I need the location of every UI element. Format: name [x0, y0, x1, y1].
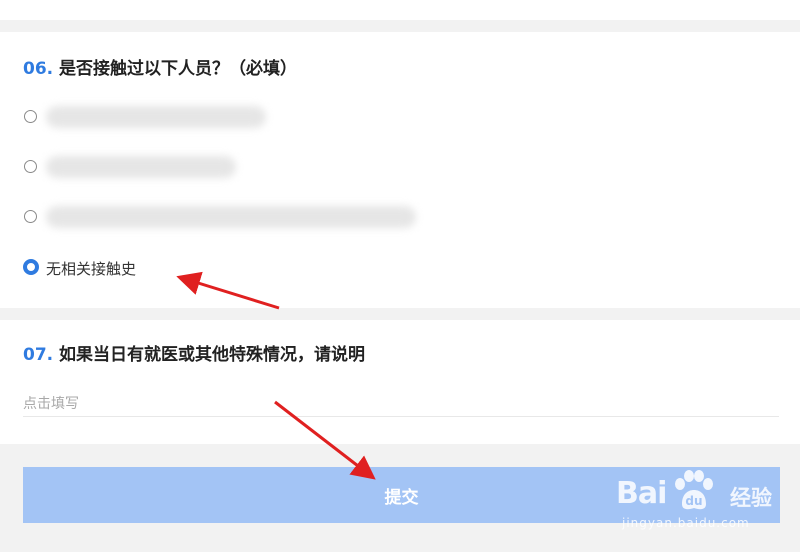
watermark-product: 经验	[730, 486, 772, 510]
question-06-text: 是否接触过以下人员？（必填）	[59, 59, 298, 79]
question-06-title: 06. 是否接触过以下人员？（必填）	[23, 54, 297, 79]
paw-icon: du	[675, 470, 713, 510]
question-07-number: 07.	[23, 345, 54, 365]
watermark-url: jingyan.baidu.com	[622, 516, 750, 530]
option-4-label: 无相关接触史	[46, 260, 137, 278]
question-06-number: 06.	[23, 59, 54, 79]
special-situation-input[interactable]	[23, 392, 779, 417]
baidu-jingyan-watermark: Bai du 经验 jingyan.baidu.com	[612, 462, 794, 542]
option-2-radio[interactable]	[24, 160, 37, 173]
option-2-blurred-label	[46, 156, 236, 178]
svg-text:du: du	[685, 494, 702, 508]
question-06-card: 06. 是否接触过以下人员？（必填） 无相关接触史	[0, 32, 800, 308]
previous-question-card	[0, 0, 800, 20]
question-07-card: 07. 如果当日有就医或其他特殊情况，请说明	[0, 320, 800, 444]
question-07-title: 07. 如果当日有就医或其他特殊情况，请说明	[23, 340, 365, 365]
option-3-radio[interactable]	[24, 210, 37, 223]
option-3-blurred-label	[46, 206, 416, 228]
option-1-radio[interactable]	[24, 110, 37, 123]
question-07-text: 如果当日有就医或其他特殊情况，请说明	[59, 345, 366, 365]
watermark-brand: Bai	[616, 476, 667, 511]
option-1-blurred-label	[46, 106, 266, 128]
option-4-radio-selected[interactable]	[23, 259, 39, 275]
